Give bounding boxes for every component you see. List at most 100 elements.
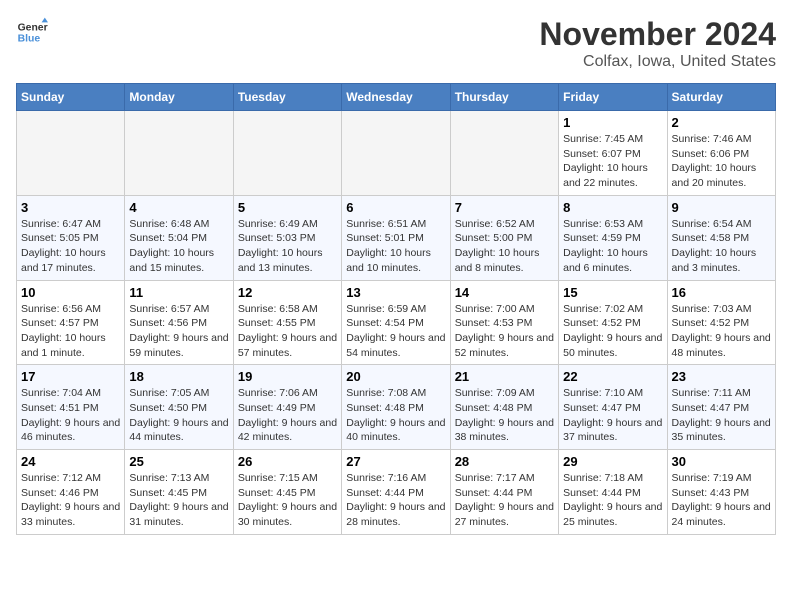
calendar-body: 1 Sunrise: 7:45 AMSunset: 6:07 PMDaylight…: [17, 111, 776, 535]
calendar-table: SundayMondayTuesdayWednesdayThursdayFrid…: [16, 83, 776, 535]
day-number: 21: [455, 369, 554, 384]
logo-icon: General Blue: [16, 16, 48, 48]
day-number: 23: [672, 369, 771, 384]
calendar-cell: [342, 111, 450, 196]
day-number: 22: [563, 369, 662, 384]
cell-info: Sunrise: 6:59 AMSunset: 4:54 PMDaylight:…: [346, 302, 445, 361]
calendar-week-4: 17Sunrise: 7:04 AMSunset: 4:51 PMDayligh…: [17, 365, 776, 450]
day-number: 24: [21, 454, 120, 469]
weekday-header-thursday: Thursday: [450, 84, 558, 111]
cell-info: Sunrise: 7:03 AMSunset: 4:52 PMDaylight:…: [672, 302, 771, 361]
calendar-cell: 5 Sunrise: 6:49 AMSunset: 5:03 PMDaylight…: [233, 195, 341, 280]
day-number: 9: [672, 200, 771, 215]
cell-info: Sunrise: 7:15 AMSunset: 4:45 PMDaylight:…: [238, 471, 337, 530]
calendar-cell: 23Sunrise: 7:11 AMSunset: 4:47 PMDayligh…: [667, 365, 775, 450]
calendar-cell: 7 Sunrise: 6:52 AMSunset: 5:00 PMDaylight…: [450, 195, 558, 280]
day-number: 1: [563, 115, 662, 130]
calendar-cell: 29 Sunrise: 7:18 AMSunset: 4:44 PMDayligh…: [559, 450, 667, 535]
calendar-cell: [17, 111, 125, 196]
page-header: General Blue November 2024 Colfax, Iowa,…: [16, 16, 776, 71]
calendar-cell: 15Sunrise: 7:02 AMSunset: 4:52 PMDayligh…: [559, 280, 667, 365]
weekday-header-monday: Monday: [125, 84, 233, 111]
cell-info: Sunrise: 7:12 AMSunset: 4:46 PMDaylight:…: [21, 471, 120, 530]
cell-info: Sunrise: 6:51 AMSunset: 5:01 PMDaylight:…: [346, 217, 445, 276]
day-number: 2: [672, 115, 771, 130]
day-number: 25: [129, 454, 228, 469]
calendar-cell: 20 Sunrise: 7:08 AMSunset: 4:48 PMDayligh…: [342, 365, 450, 450]
day-number: 17: [21, 369, 120, 384]
calendar-cell: 27 Sunrise: 7:16 AMSunset: 4:44 PMDayligh…: [342, 450, 450, 535]
calendar-cell: [233, 111, 341, 196]
day-number: 5: [238, 200, 337, 215]
day-number: 26: [238, 454, 337, 469]
svg-text:Blue: Blue: [18, 34, 41, 45]
day-number: 6: [346, 200, 445, 215]
day-number: 30: [672, 454, 771, 469]
cell-info: Sunrise: 6:54 AMSunset: 4:58 PMDaylight:…: [672, 217, 771, 276]
day-number: 3: [21, 200, 120, 215]
weekday-header-row: SundayMondayTuesdayWednesdayThursdayFrid…: [17, 84, 776, 111]
calendar-cell: 9 Sunrise: 6:54 AMSunset: 4:58 PMDaylight…: [667, 195, 775, 280]
calendar-cell: [450, 111, 558, 196]
cell-info: Sunrise: 6:47 AMSunset: 5:05 PMDaylight:…: [21, 217, 120, 276]
cell-info: Sunrise: 7:16 AMSunset: 4:44 PMDaylight:…: [346, 471, 445, 530]
calendar-cell: 18 Sunrise: 7:05 AMSunset: 4:50 PMDayligh…: [125, 365, 233, 450]
calendar-cell: 19 Sunrise: 7:06 AMSunset: 4:49 PMDayligh…: [233, 365, 341, 450]
title-area: November 2024 Colfax, Iowa, United State…: [539, 16, 776, 71]
weekday-header-friday: Friday: [559, 84, 667, 111]
day-number: 20: [346, 369, 445, 384]
calendar-cell: 24 Sunrise: 7:12 AMSunset: 4:46 PMDayligh…: [17, 450, 125, 535]
calendar-cell: 16 Sunrise: 7:03 AMSunset: 4:52 PMDayligh…: [667, 280, 775, 365]
calendar-cell: 12 Sunrise: 6:58 AMSunset: 4:55 PMDayligh…: [233, 280, 341, 365]
calendar-cell: 11Sunrise: 6:57 AMSunset: 4:56 PMDayligh…: [125, 280, 233, 365]
cell-info: Sunrise: 7:18 AMSunset: 4:44 PMDaylight:…: [563, 471, 662, 530]
day-number: 16: [672, 285, 771, 300]
cell-info: Sunrise: 7:05 AMSunset: 4:50 PMDaylight:…: [129, 386, 228, 445]
calendar-cell: 10Sunrise: 6:56 AMSunset: 4:57 PMDayligh…: [17, 280, 125, 365]
day-number: 18: [129, 369, 228, 384]
calendar-cell: 22Sunrise: 7:10 AMSunset: 4:47 PMDayligh…: [559, 365, 667, 450]
calendar-cell: 3 Sunrise: 6:47 AMSunset: 5:05 PMDaylight…: [17, 195, 125, 280]
calendar-week-2: 3 Sunrise: 6:47 AMSunset: 5:05 PMDaylight…: [17, 195, 776, 280]
day-number: 19: [238, 369, 337, 384]
location-title: Colfax, Iowa, United States: [539, 53, 776, 71]
calendar-cell: 8Sunrise: 6:53 AMSunset: 4:59 PMDaylight…: [559, 195, 667, 280]
calendar-cell: 25 Sunrise: 7:13 AMSunset: 4:45 PMDayligh…: [125, 450, 233, 535]
weekday-header-wednesday: Wednesday: [342, 84, 450, 111]
logo: General Blue: [16, 16, 48, 48]
cell-info: Sunrise: 7:46 AMSunset: 6:06 PMDaylight:…: [672, 132, 771, 191]
day-number: 28: [455, 454, 554, 469]
day-number: 13: [346, 285, 445, 300]
cell-info: Sunrise: 6:52 AMSunset: 5:00 PMDaylight:…: [455, 217, 554, 276]
day-number: 8: [563, 200, 662, 215]
day-number: 7: [455, 200, 554, 215]
calendar-cell: 13 Sunrise: 6:59 AMSunset: 4:54 PMDayligh…: [342, 280, 450, 365]
cell-info: Sunrise: 7:09 AMSunset: 4:48 PMDaylight:…: [455, 386, 554, 445]
calendar-cell: [125, 111, 233, 196]
weekday-header-tuesday: Tuesday: [233, 84, 341, 111]
day-number: 12: [238, 285, 337, 300]
calendar-cell: 28 Sunrise: 7:17 AMSunset: 4:44 PMDayligh…: [450, 450, 558, 535]
cell-info: Sunrise: 7:19 AMSunset: 4:43 PMDaylight:…: [672, 471, 771, 530]
calendar-cell: 17Sunrise: 7:04 AMSunset: 4:51 PMDayligh…: [17, 365, 125, 450]
calendar-cell: 2 Sunrise: 7:46 AMSunset: 6:06 PMDaylight…: [667, 111, 775, 196]
calendar-week-3: 10Sunrise: 6:56 AMSunset: 4:57 PMDayligh…: [17, 280, 776, 365]
cell-info: Sunrise: 7:17 AMSunset: 4:44 PMDaylight:…: [455, 471, 554, 530]
cell-info: Sunrise: 7:13 AMSunset: 4:45 PMDaylight:…: [129, 471, 228, 530]
svg-text:General: General: [18, 22, 48, 33]
cell-info: Sunrise: 6:58 AMSunset: 4:55 PMDaylight:…: [238, 302, 337, 361]
cell-info: Sunrise: 7:06 AMSunset: 4:49 PMDaylight:…: [238, 386, 337, 445]
cell-info: Sunrise: 7:08 AMSunset: 4:48 PMDaylight:…: [346, 386, 445, 445]
cell-info: Sunrise: 6:49 AMSunset: 5:03 PMDaylight:…: [238, 217, 337, 276]
cell-info: Sunrise: 6:56 AMSunset: 4:57 PMDaylight:…: [21, 302, 120, 361]
calendar-cell: 30 Sunrise: 7:19 AMSunset: 4:43 PMDayligh…: [667, 450, 775, 535]
day-number: 29: [563, 454, 662, 469]
day-number: 4: [129, 200, 228, 215]
calendar-cell: 6 Sunrise: 6:51 AMSunset: 5:01 PMDaylight…: [342, 195, 450, 280]
day-number: 27: [346, 454, 445, 469]
calendar-cell: 26 Sunrise: 7:15 AMSunset: 4:45 PMDayligh…: [233, 450, 341, 535]
calendar-week-5: 24 Sunrise: 7:12 AMSunset: 4:46 PMDayligh…: [17, 450, 776, 535]
weekday-header-sunday: Sunday: [17, 84, 125, 111]
cell-info: Sunrise: 7:45 AMSunset: 6:07 PMDaylight:…: [563, 132, 662, 191]
day-number: 14: [455, 285, 554, 300]
